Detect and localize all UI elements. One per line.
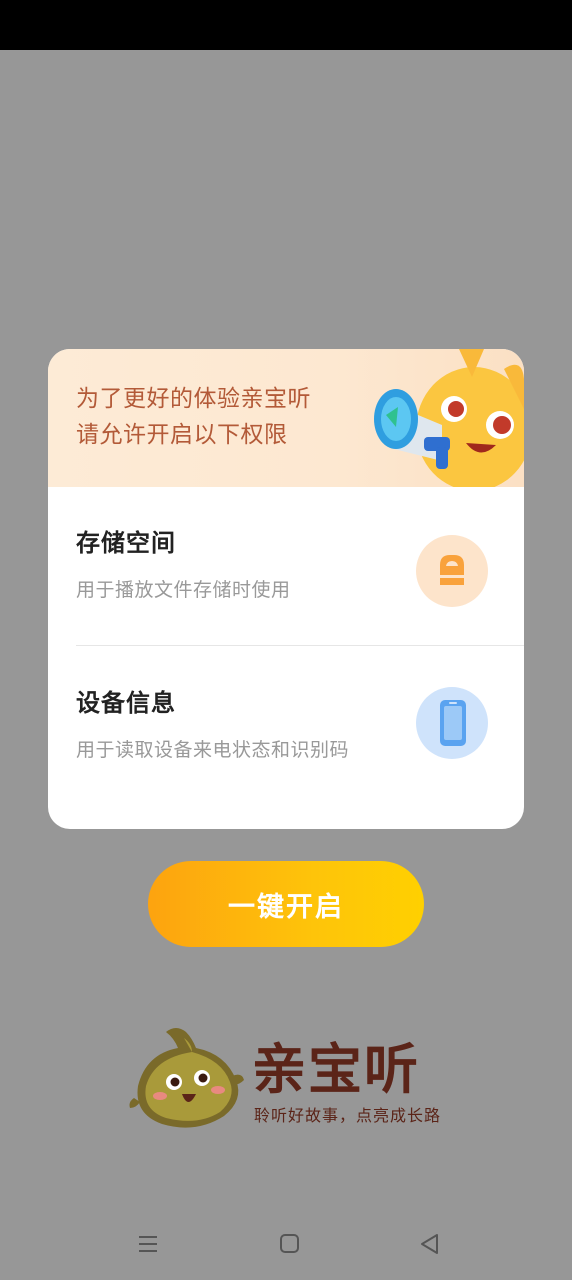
permission-title: 设备信息 [76,689,176,717]
permission-title: 存储空间 [76,529,176,557]
header-line-1: 为了更好的体验亲宝听 [76,386,311,412]
enable-all-button[interactable]: 一键开启 [148,861,424,947]
permission-item-storage: 存储空间 用于播放文件存储时使用 [48,489,524,649]
divider [76,645,524,646]
header-line-2: 请允许开启以下权限 [76,422,288,448]
storage-icon [416,535,488,607]
brand-name: 亲宝听 [252,1038,420,1101]
status-bar [0,0,572,50]
system-nav-bar [0,1200,572,1280]
dialog-header-text: 为了更好的体验亲宝听 请允许开启以下权限 [76,381,311,453]
brand-logo: 亲宝听 聆听好故事，点亮成长路 [126,1024,456,1134]
bean-mascot-icon [129,1028,244,1128]
permission-description: 用于读取设备来电状态和识别码 [76,739,350,761]
permission-description: 用于播放文件存储时使用 [76,579,291,601]
back-icon[interactable] [417,1230,445,1258]
home-icon[interactable] [276,1230,304,1258]
brand-slogan: 聆听好故事，点亮成长路 [254,1106,442,1125]
megaphone-mascot-icon [374,349,524,487]
permission-item-device-info: 设备信息 用于读取设备来电状态和识别码 [48,649,524,809]
permission-dialog: 为了更好的体验亲宝听 请允许开启以下权限 存储空间 用于播放文件存储时使用 设备… [48,349,524,829]
phone-icon [416,687,488,759]
menu-icon[interactable] [135,1230,163,1258]
dialog-header: 为了更好的体验亲宝听 请允许开启以下权限 [48,349,524,487]
